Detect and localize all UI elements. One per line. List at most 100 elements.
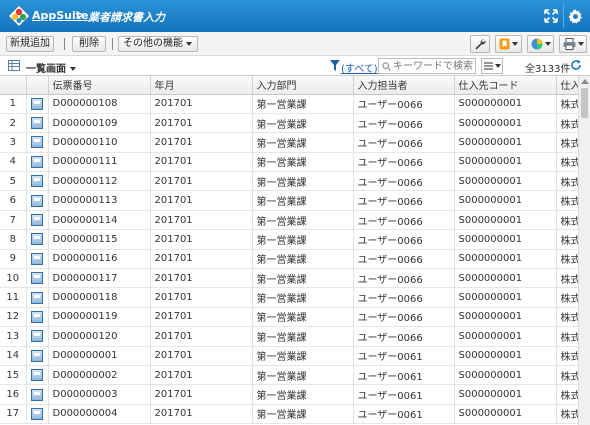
column-header-supplier-code[interactable]: 仕入先コード xyxy=(454,76,557,95)
input-dept-cell: 第一営業課 xyxy=(252,190,354,211)
supplier-code-cell: S000000001 xyxy=(454,132,557,153)
delete-button[interactable]: 削除 xyxy=(72,36,106,52)
row-number-cell: 9 xyxy=(0,249,27,270)
input-dept-cell: 第一営業課 xyxy=(252,249,354,270)
table-row[interactable]: 6 D000000113 201701 第一営業課 ユーザー0066 S000000001… xyxy=(0,190,578,211)
row-number-cell: 7 xyxy=(0,210,27,231)
input-user-cell: ユーザー0066 xyxy=(353,113,455,134)
vertical-scrollbar[interactable] xyxy=(578,76,590,425)
record-detail-icon[interactable] xyxy=(31,117,43,130)
table-row[interactable]: 4 D000000111 201701 第一営業課 ユーザー0066 S000000001… xyxy=(0,152,578,173)
table-row[interactable]: 10 D000000117 201701 第一営業課 ユーザー0066 S00000000… xyxy=(0,268,578,289)
print-icon xyxy=(563,38,575,50)
year-month-cell: 201701 xyxy=(150,113,253,134)
record-detail-icon[interactable] xyxy=(31,175,43,188)
column-header-slip-number[interactable]: 伝票番号 xyxy=(48,76,151,95)
slip-number-cell: D000000120 xyxy=(48,326,151,347)
row-number-cell: 14 xyxy=(0,346,27,366)
table-row[interactable]: 11 D000000118 201701 第一営業課 ユーザー0066 S00000000… xyxy=(0,287,578,308)
chart-button[interactable] xyxy=(527,35,554,53)
table-row[interactable]: 17 D000000004 201701 第一営業課 ユーザー0061 S00000000… xyxy=(0,404,578,425)
slip-number-cell: D000000116 xyxy=(48,249,151,270)
row-number-cell: 16 xyxy=(0,384,27,405)
column-header-input-dept[interactable]: 入力部門 xyxy=(252,76,354,95)
new-button[interactable]: 新規追加 xyxy=(6,36,54,52)
row-number-cell: 10 xyxy=(0,268,27,289)
supplier-code-cell: S000000001 xyxy=(454,94,557,114)
supplier-name-cell: 株式 xyxy=(556,171,578,192)
row-detail-cell xyxy=(26,346,49,366)
print-button[interactable] xyxy=(559,35,587,53)
wrench-button[interactable] xyxy=(470,35,490,53)
bookmark-button[interactable] xyxy=(495,35,522,53)
slip-number-cell: D000000118 xyxy=(48,287,151,308)
table-row[interactable]: 2 D000000109 201701 第一営業課 ユーザー0066 S000000001… xyxy=(0,113,578,134)
year-month-cell: 201701 xyxy=(150,384,253,405)
row-number-cell: 11 xyxy=(0,287,27,308)
table-row[interactable]: 12 D000000119 201701 第一営業課 ユーザー0066 S00000000… xyxy=(0,307,578,328)
search-input[interactable] xyxy=(393,60,473,72)
year-month-cell: 201701 xyxy=(150,171,253,192)
year-month-cell: 201701 xyxy=(150,346,253,366)
table-row[interactable]: 8 D000000115 201701 第一営業課 ユーザー0066 S000000001… xyxy=(0,229,578,250)
input-user-cell: ユーザー0066 xyxy=(353,171,455,192)
record-detail-icon[interactable] xyxy=(31,349,43,362)
row-detail-cell xyxy=(26,210,49,231)
table-row[interactable]: 16 D000000003 201701 第一営業課 ユーザー0061 S00000000… xyxy=(0,384,578,405)
table-row[interactable]: 13 D000000120 201701 第一営業課 ユーザー0066 S00000000… xyxy=(0,326,578,347)
appsuite-logo-icon[interactable] xyxy=(8,5,30,27)
record-detail-icon[interactable] xyxy=(31,407,43,420)
year-month-cell: 201701 xyxy=(150,268,253,289)
bookmark-icon xyxy=(499,38,510,50)
record-detail-icon[interactable] xyxy=(31,330,43,343)
input-user-cell: ユーザー0066 xyxy=(353,229,455,250)
supplier-code-cell: S000000001 xyxy=(454,404,557,425)
expand-button[interactable] xyxy=(539,4,563,28)
page-title: 業者請求書入力 xyxy=(88,11,165,24)
record-detail-icon[interactable] xyxy=(31,97,43,110)
table-row[interactable]: 7 D000000114 201701 第一営業課 ユーザー0066 S000000001… xyxy=(0,210,578,231)
record-detail-icon[interactable] xyxy=(31,291,43,304)
table-row[interactable]: 15 D000000002 201701 第一営業課 ユーザー0061 S00000000… xyxy=(0,365,578,386)
supplier-name-cell: 株式 xyxy=(556,307,578,328)
column-header-supplier[interactable]: 仕入 xyxy=(556,76,578,95)
record-detail-icon[interactable] xyxy=(31,155,43,168)
table-row[interactable]: 5 D000000112 201701 第一営業課 ユーザー0066 S000000001… xyxy=(0,171,578,192)
column-header-input-user[interactable]: 入力担当者 xyxy=(353,76,455,95)
record-detail-icon[interactable] xyxy=(31,214,43,227)
record-detail-icon[interactable] xyxy=(31,272,43,285)
pie-chart-icon xyxy=(531,38,542,50)
filter-link[interactable]: (すべて) xyxy=(341,60,378,75)
filter-icon[interactable] xyxy=(330,60,340,71)
row-detail-cell xyxy=(26,404,49,425)
wrench-icon xyxy=(475,39,486,50)
refresh-icon[interactable] xyxy=(570,59,582,71)
table-row[interactable]: 14 D000000001 201701 第一営業課 ユーザー0061 S00000000… xyxy=(0,346,578,366)
record-detail-icon[interactable] xyxy=(31,388,43,401)
record-detail-icon[interactable] xyxy=(31,136,43,149)
settings-button[interactable] xyxy=(563,4,587,28)
supplier-code-cell: S000000001 xyxy=(454,249,557,270)
search-box[interactable] xyxy=(378,58,476,74)
supplier-name-cell: 株式 xyxy=(556,190,578,211)
row-number-cell: 12 xyxy=(0,307,27,328)
other-functions-button[interactable]: その他の機能 xyxy=(118,36,198,52)
column-header-year-month[interactable]: 年月 xyxy=(150,76,253,95)
list-options-button[interactable] xyxy=(481,58,503,74)
table-row[interactable]: 3 D000000110 201701 第一営業課 ユーザー0066 S000000001… xyxy=(0,132,578,153)
input-dept-cell: 第一営業課 xyxy=(252,152,354,173)
record-detail-icon[interactable] xyxy=(31,233,43,246)
view-selector[interactable]: 一覧画面 xyxy=(26,60,77,75)
table-body: 1 D000000108 201701 第一営業課 ユーザー0066 S000000001… xyxy=(0,94,578,425)
record-detail-icon[interactable] xyxy=(31,252,43,265)
scroll-up-arrow-icon[interactable] xyxy=(581,79,589,84)
scroll-thumb[interactable] xyxy=(581,88,588,118)
record-detail-icon[interactable] xyxy=(31,194,43,207)
record-count: 全3133件 xyxy=(525,64,571,75)
record-detail-icon[interactable] xyxy=(31,310,43,323)
table-row[interactable]: 1 D000000108 201701 第一営業課 ユーザー0066 S000000001… xyxy=(0,94,578,114)
toolbar: 新規追加 削除 その他の機能 xyxy=(0,32,590,56)
record-detail-icon[interactable] xyxy=(31,369,43,382)
table-row[interactable]: 9 D000000116 201701 第一営業課 ユーザー0066 S000000001… xyxy=(0,249,578,270)
supplier-name-cell: 株式 xyxy=(556,132,578,153)
